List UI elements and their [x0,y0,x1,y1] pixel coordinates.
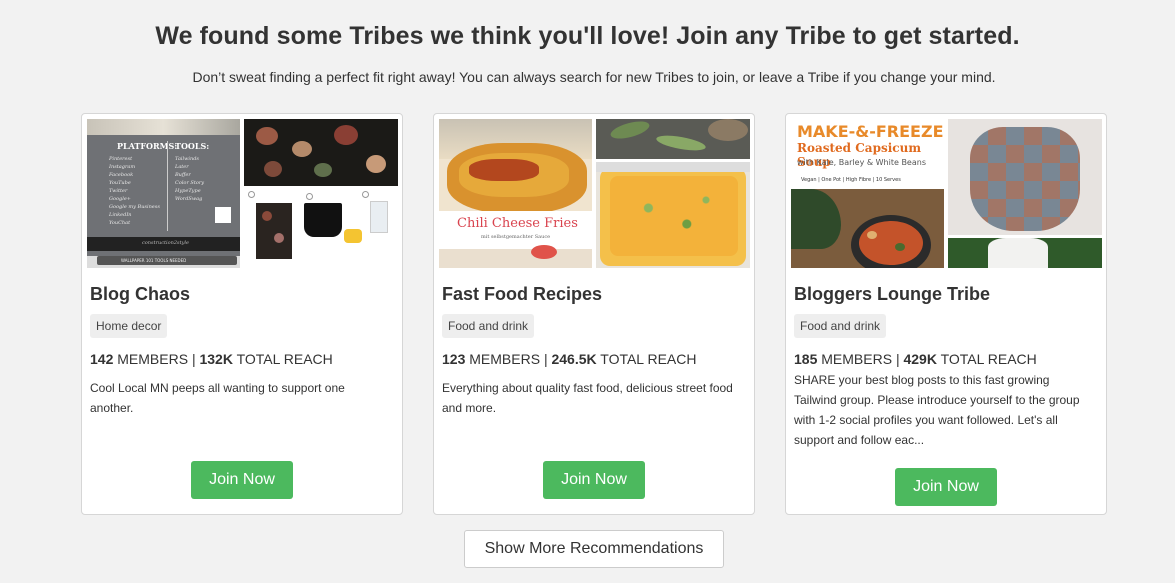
tribe-name: Blog Chaos [90,284,191,304]
join-now-button[interactable]: Join Now [895,468,997,506]
tribe-category-tag: Food and drink [794,314,887,338]
thumb-text-line3: with Kale, Barley & White Beans [797,158,926,167]
page-title: We found some Tribes we think you'll lov… [155,22,1020,50]
tribe-thumbnail-cactus [948,238,1102,268]
reach-count: 132K [199,351,233,367]
stats-divider: | [543,351,548,367]
tribe-thumbnail-collage: PLATFORMS: TOOLS: Pinterest Instagram Fa… [87,119,398,268]
tribe-stats: 123 MEMBERS | 246.5K TOTAL REACH [442,351,696,367]
stats-divider: | [191,351,196,367]
thumb-text-banner: WALLPAPER 101 TOOLS NEEDED [121,258,187,263]
thumb-text-tools: TOOLS: [175,141,210,151]
join-now-button[interactable]: Join Now [191,461,293,499]
members-count: 123 [442,351,466,367]
tribe-category-tag: Home decor [90,314,168,338]
tribe-stats: 185 MEMBERS | 429K TOTAL REACH [794,351,1037,367]
tribe-stats: 142 MEMBERS | 132K TOTAL REACH [90,351,333,367]
tribe-card-bloggers-lounge-tribe: MAKE-&-FREEZE Roasted Capsicum Soup with… [785,113,1107,515]
thumb-text-line4: Vegan | One Pot | High Fibre | 10 Serves [801,177,901,183]
tribe-card-fast-food-recipes: Chili Cheese Fries mit selbstgemachter S… [433,113,755,515]
stats-divider: | [895,351,900,367]
tribe-thumbnail-floral [244,119,398,186]
reach-label: TOTAL REACH [940,351,1037,367]
thumb-text-dish: Chili Cheese Fries [457,216,578,231]
thumb-text-tool-list: Tailwinds Later Buffer Color Story HypeT… [175,156,205,202]
members-label: MEMBERS [469,351,541,367]
thumb-text-line1: MAKE-&-FREEZE [797,122,944,141]
tribe-thumbnail-herbs [596,119,750,159]
tribe-thumbnail-supplies [244,189,398,268]
tribe-description: Everything about quality fast food, deli… [442,381,733,415]
members-count: 185 [794,351,818,367]
thumb-text-platforms: PLATFORMS: [117,141,178,151]
tribe-thumbnail-chili-fries: Chili Cheese Fries mit selbstgemachter S… [439,119,592,268]
tribe-category-tag: Food and drink [442,314,535,338]
tribe-thumbnail-collage: Chili Cheese Fries mit selbstgemachter S… [439,119,750,268]
members-count: 142 [90,351,114,367]
reach-count: 246.5K [551,351,597,367]
tribe-thumbnail-tools: PLATFORMS: TOOLS: Pinterest Instagram Fa… [87,119,240,268]
tribe-card-blog-chaos: PLATFORMS: TOOLS: Pinterest Instagram Fa… [81,113,403,515]
tribe-thumbnail-crochet [948,119,1102,235]
show-more-recommendations-button[interactable]: Show More Recommendations [464,530,724,568]
tribe-name: Fast Food Recipes [442,284,603,304]
tribe-description: Cool Local MN peeps all wanting to suppo… [90,381,345,415]
reach-label: TOTAL REACH [236,351,333,367]
page-subtitle: Don’t sweat finding a perfect fit right … [192,69,996,85]
tribe-thumbnail-collage: MAKE-&-FREEZE Roasted Capsicum Soup with… [791,119,1102,268]
thumb-text-credit: construction2style [142,240,189,246]
tribe-description: SHARE your best blog posts to this fast … [794,373,1080,447]
members-label: MEMBERS [821,351,893,367]
join-now-button[interactable]: Join Now [543,461,645,499]
thumb-text-platform-list: Pinterest Instagram Facebook YouTube Twi… [109,156,160,226]
tribe-thumbnail-cheese-dish [596,162,750,268]
tribe-name: Bloggers Lounge Tribe [794,284,991,304]
reach-label: TOTAL REACH [600,351,697,367]
reach-count: 429K [903,351,937,367]
thumb-text-dish-sub: mit selbstgemachter Sauce [481,234,551,240]
members-label: MEMBERS [117,351,189,367]
tribe-thumbnail-soup: MAKE-&-FREEZE Roasted Capsicum Soup with… [791,119,944,268]
